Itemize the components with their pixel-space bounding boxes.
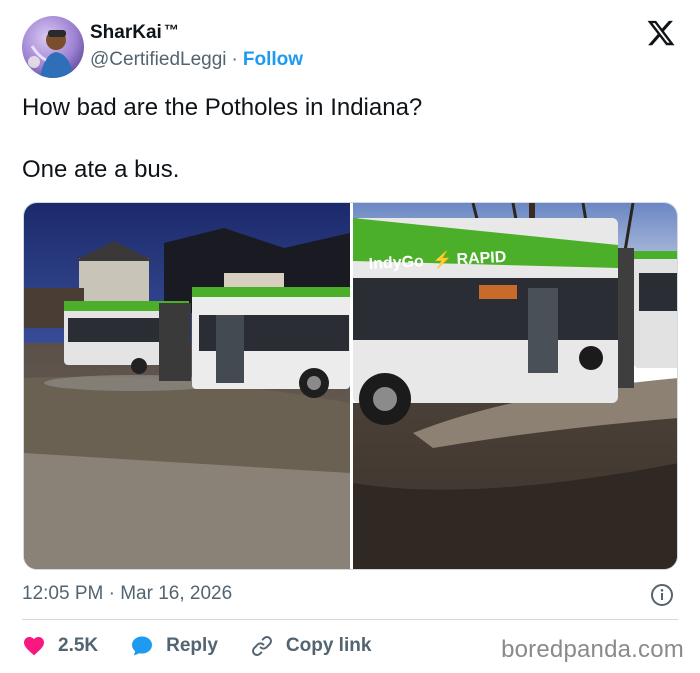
x-logo-icon[interactable] xyxy=(646,18,676,48)
like-count: 2.5K xyxy=(58,635,99,656)
watermark: boredpanda.com xyxy=(501,636,684,663)
tweet-header: SharKai ™ @CertifiedLeggi · Follow xyxy=(22,16,682,78)
trademark-symbol: ™ xyxy=(163,21,179,39)
reply-button[interactable]: Reply xyxy=(130,634,218,658)
bus-route-label: RAPID xyxy=(456,249,507,269)
display-name-row: SharKai ™ xyxy=(90,22,179,44)
avatar[interactable] xyxy=(22,16,84,78)
follow-button[interactable]: Follow xyxy=(243,49,303,71)
like-button[interactable]: 2.5K xyxy=(22,634,98,658)
display-name[interactable]: SharKai xyxy=(90,22,162,44)
link-icon xyxy=(251,636,272,656)
reply-label: Reply xyxy=(166,635,218,656)
bus-photo-right[interactable]: IndyGo ⚡ RAPID xyxy=(353,203,677,569)
divider xyxy=(22,619,678,620)
user-handle[interactable]: @CertifiedLeggi xyxy=(90,49,227,71)
copy-link-label: Copy link xyxy=(285,635,372,656)
handle-row: @CertifiedLeggi · Follow xyxy=(90,49,303,71)
bus-brand-label: IndyGo xyxy=(368,253,424,273)
separator-dot: · xyxy=(231,49,238,70)
info-icon[interactable] xyxy=(650,583,674,607)
copy-link-button[interactable]: Copy link xyxy=(250,634,372,658)
bus-photo-left[interactable] xyxy=(24,203,350,569)
tweet-timestamp[interactable]: 12:05 PM · Mar 16, 2026 xyxy=(22,583,232,605)
action-bar: 2.5K Reply Copy link xyxy=(22,630,403,662)
media-grid: IndyGo ⚡ RAPID xyxy=(23,202,678,570)
heart-icon xyxy=(24,637,44,656)
tweet-card: SharKai ™ @CertifiedLeggi · Follow How b… xyxy=(0,0,700,673)
tweet-text: How bad are the Potholes in Indiana? One… xyxy=(22,94,423,183)
speech-bubble-icon xyxy=(132,636,153,656)
